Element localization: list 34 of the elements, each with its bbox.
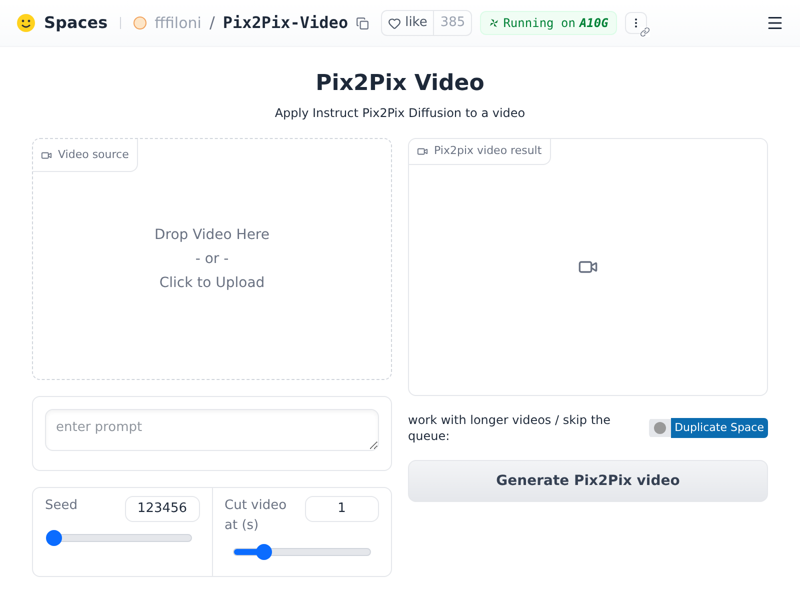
generate-button[interactable]: Generate Pix2Pix video xyxy=(408,460,768,502)
upload-hint: Drop Video Here xyxy=(154,226,270,245)
video-icon xyxy=(417,146,428,157)
repo-name[interactable]: Pix2Pix-Video xyxy=(222,11,348,35)
slider-thumb[interactable] xyxy=(256,544,272,560)
output-label: Pix2pix video result xyxy=(409,139,551,164)
upload-hint: - or - xyxy=(195,250,229,269)
duplicate-note: work with longer videos / skip the queue: xyxy=(408,412,612,444)
input-label: Video source xyxy=(33,139,138,172)
logo-icon xyxy=(16,13,36,33)
like-button[interactable]: like 385 xyxy=(381,10,472,36)
upload-hint: Click to Upload xyxy=(159,274,265,293)
status-badge: Running on A10G xyxy=(480,11,618,35)
prompt-field[interactable]: enter prompt xyxy=(45,409,379,451)
menu-icon[interactable] xyxy=(766,14,784,32)
number-field[interactable]: 1 xyxy=(304,496,379,522)
avatar-icon xyxy=(132,16,147,30)
page-title: Pix2Pix Video xyxy=(316,70,484,98)
video-upload-area[interactable]: Video source Drop Video Here - or - Click to Upload xyxy=(32,138,392,380)
heart-icon xyxy=(388,16,402,30)
brand-name[interactable]: Spaces xyxy=(44,11,108,35)
slider-thumb[interactable] xyxy=(46,530,62,546)
like-count: 385 xyxy=(433,11,472,35)
slider-label: Seed xyxy=(45,497,78,515)
fan-icon xyxy=(489,18,500,28)
page-subtitle: Apply Instruct Pix2Pix Diffusion to a video xyxy=(274,105,526,122)
number-field[interactable]: 123456 xyxy=(125,496,200,522)
link-icon xyxy=(640,27,650,37)
copy-icon[interactable] xyxy=(356,16,370,30)
slider-label: Cut video at (s) xyxy=(224,497,288,535)
duplicate-icon xyxy=(652,421,667,435)
path-separator: / xyxy=(209,12,215,34)
more-button[interactable] xyxy=(625,12,648,34)
video-icon xyxy=(41,150,52,160)
